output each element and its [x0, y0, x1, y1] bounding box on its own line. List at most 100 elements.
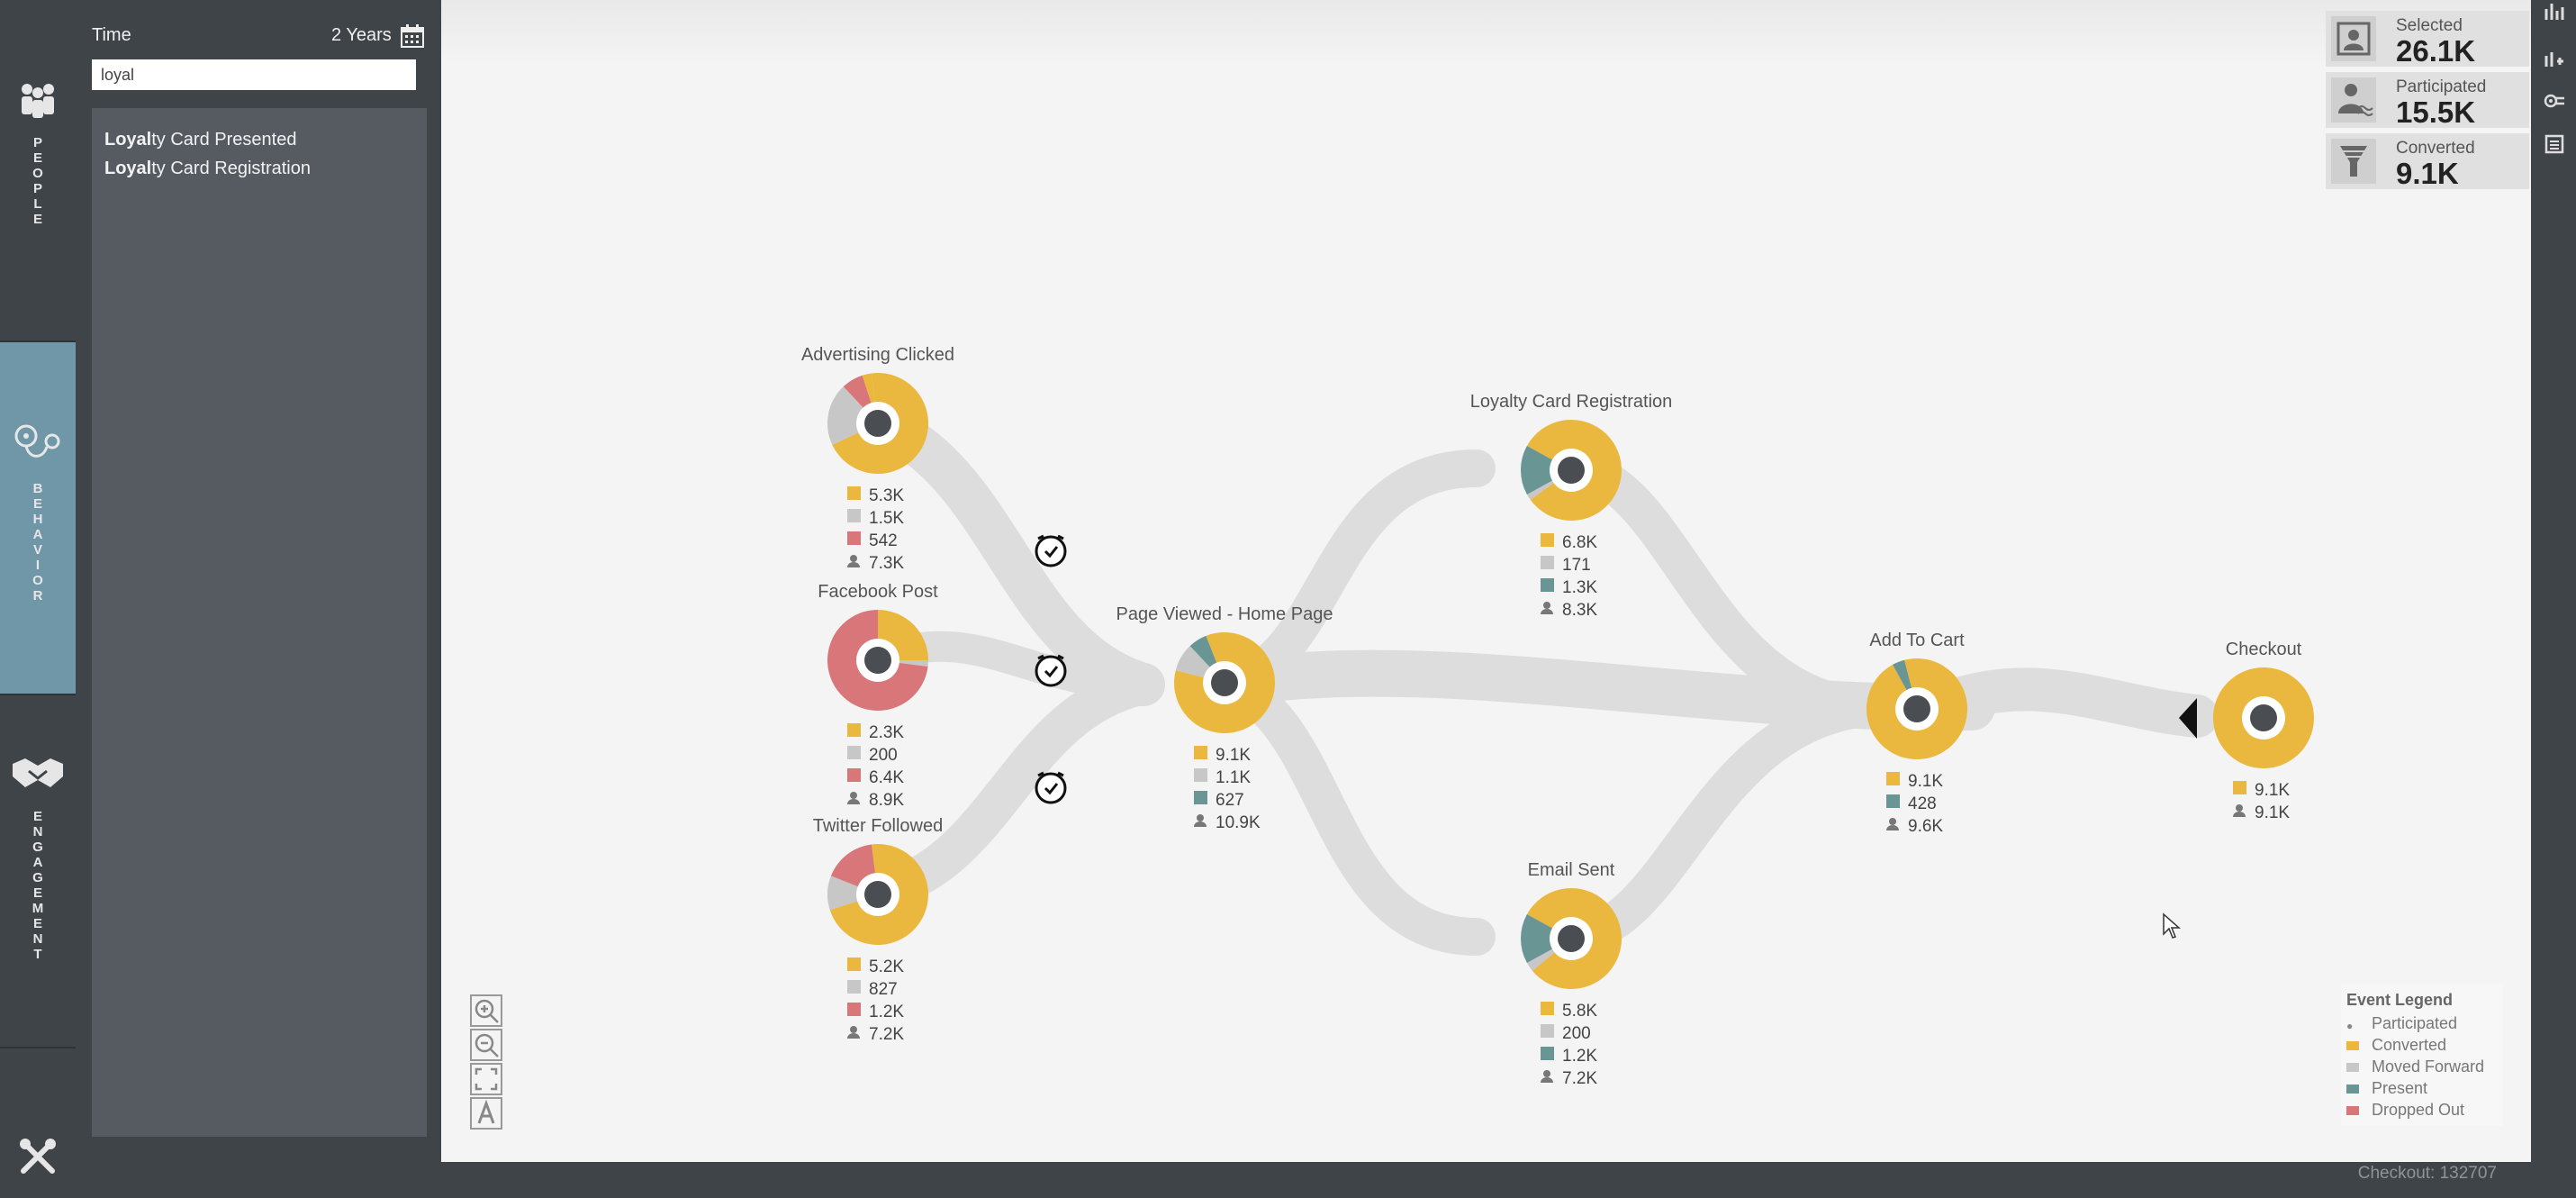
- node-stat-converted: 5.2K: [869, 957, 904, 976]
- journey-node[interactable]: Email Sent 5.8K 200 1.2K 7.2K: [1521, 860, 1622, 1088]
- node-stat-present: 1.2K: [1562, 1047, 1597, 1066]
- search-results: Loyalty Card Presented Loyalty Card Regi…: [92, 108, 427, 1137]
- node-stat-present: 428: [1908, 794, 1937, 813]
- right-toolbar: [2531, 0, 2576, 1198]
- node-stat-converted: 5.8K: [1562, 1002, 1597, 1021]
- stat-swatch-moved-forward: [1541, 556, 1554, 569]
- legend-item-dropped-out: Dropped Out: [2346, 1101, 2464, 1120]
- nav-people[interactable]: PEOPLE: [0, 81, 76, 227]
- funnel-icon: [2331, 139, 2376, 184]
- node-stat-converted: 2.3K: [869, 723, 904, 742]
- left-nav: PEOPLE BEHAVIOR ENGAGEMENT: [0, 0, 76, 1198]
- node-stat-dropped-out: 6.4K: [869, 768, 904, 787]
- legend-item-moved-forward: Moved Forward: [2346, 1057, 2484, 1076]
- tools-icon[interactable]: [18, 1137, 58, 1176]
- stat-swatch-moved-forward: [847, 980, 861, 994]
- selected-count: 26.1K: [2396, 34, 2476, 68]
- participated-icon: ●: [2346, 1020, 2354, 1033]
- stat-swatch-present: [1541, 578, 1554, 592]
- fit-screen-icon[interactable]: [470, 1063, 502, 1095]
- journey-node[interactable]: Facebook Post 2.3K 200 6.4K 8.9K: [818, 582, 938, 810]
- legend-title: Event Legend: [2346, 991, 2454, 1009]
- person-wave-icon: [2331, 77, 2376, 123]
- stat-swatch-converted: [847, 723, 861, 737]
- target-list-icon[interactable]: [2544, 90, 2565, 112]
- zoom-out-icon[interactable]: [470, 1029, 502, 1061]
- node-center: [1558, 457, 1585, 484]
- node-stat-converted: 6.8K: [1562, 533, 1597, 552]
- node-center: [864, 647, 891, 674]
- people-converted: Converted 9.1K: [2326, 133, 2529, 190]
- stat-swatch-moved-forward: [1541, 1024, 1554, 1038]
- stat-swatch-converted: [1886, 772, 1900, 785]
- node-stat-participated: 9.6K: [1908, 817, 1943, 836]
- time-range-value[interactable]: 2 Years: [331, 25, 392, 46]
- stat-swatch-dropped-out: [847, 1003, 861, 1016]
- node-title: Twitter Followed: [813, 816, 944, 836]
- nav-behavior[interactable]: BEHAVIOR: [0, 342, 76, 694]
- timer-icon[interactable]: [1035, 654, 1067, 687]
- node-center: [864, 881, 891, 908]
- people-participated: Participated 15.5K: [2326, 72, 2529, 129]
- node-stat-dropped-out: 542: [869, 531, 898, 550]
- people-selected: Selected 26.1K: [2326, 11, 2529, 68]
- time-label: Time: [92, 25, 131, 45]
- node-stat-participated: 9.1K: [2255, 803, 2290, 822]
- node-stat-converted: 9.1K: [2255, 781, 2290, 800]
- node-stat-participated: 8.9K: [869, 791, 904, 810]
- participated-count: 15.5K: [2396, 95, 2476, 129]
- flow-twitter-to-page: [858, 665, 1163, 912]
- label-toggle-icon[interactable]: [470, 1097, 502, 1130]
- stat-swatch-present: [1541, 1047, 1554, 1060]
- zoom-in-icon[interactable]: [470, 994, 502, 1027]
- node-center: [2250, 704, 2277, 731]
- handshake-icon: [13, 758, 63, 787]
- stat-swatch-present: [1886, 794, 1900, 808]
- node-title: Page Viewed - Home Page: [1116, 604, 1333, 624]
- node-stat-converted: 5.3K: [869, 486, 904, 505]
- stat-swatch-dropped-out: [847, 531, 861, 545]
- nav-engagement[interactable]: ENGAGEMENT: [0, 755, 76, 962]
- node-center: [1558, 925, 1585, 952]
- legend-item-participated: ● Participated: [2346, 1014, 2458, 1033]
- list-icon[interactable]: [2544, 133, 2565, 155]
- node-center: [1903, 695, 1930, 722]
- node-title: Facebook Post: [818, 582, 938, 602]
- participated-icon: [1541, 602, 1553, 614]
- calendar-icon[interactable]: [400, 23, 425, 49]
- stat-swatch-converted: [1194, 746, 1207, 759]
- node-stat-participated: 7.2K: [869, 1025, 904, 1044]
- participated-icon: [1194, 814, 1207, 827]
- behavior-icon: [14, 424, 60, 458]
- participated-icon: [1541, 1070, 1553, 1083]
- event-legend: Event Legend ● Participated Converted Mov…: [2341, 984, 2503, 1126]
- stat-swatch-dropped-out: [847, 768, 861, 782]
- node-stat-present: 627: [1216, 791, 1244, 810]
- search-input[interactable]: [92, 59, 416, 90]
- participated-icon: [847, 1026, 860, 1039]
- bar-chart-icon[interactable]: [2544, 0, 2565, 22]
- node-stat-moved-forward: 171: [1562, 556, 1591, 575]
- node-stat-participated: 8.3K: [1562, 601, 1597, 620]
- result-item-loyalty-card-presented[interactable]: Loyalty Card Presented: [104, 130, 296, 150]
- node-title: Checkout: [2226, 640, 2302, 659]
- nav-engagement-label: ENGAGEMENT: [32, 809, 44, 962]
- node-stat-moved-forward: 1.5K: [869, 509, 904, 528]
- compare-icon[interactable]: [2544, 49, 2565, 70]
- journey-node[interactable]: Checkout 9.1K 9.1K: [2212, 640, 2314, 822]
- result-item-loyalty-card-registration[interactable]: Loyalty Card Registration: [104, 159, 311, 179]
- timer-icon[interactable]: [1035, 534, 1067, 567]
- people-icon: [22, 84, 54, 118]
- node-stat-converted: 9.1K: [1216, 746, 1251, 765]
- node-stat-moved-forward: 1.1K: [1216, 768, 1251, 787]
- node-stat-moved-forward: 200: [869, 746, 898, 765]
- legend-item-converted: Converted: [2346, 1036, 2446, 1055]
- stat-swatch-converted: [1541, 1002, 1554, 1015]
- participated-icon: [847, 792, 860, 804]
- journey-node[interactable]: Add To Cart 9.1K 428 9.6K: [1866, 631, 1968, 836]
- person-card-icon: [2331, 16, 2376, 61]
- node-stat-converted: 9.1K: [1908, 772, 1943, 791]
- timer-icon[interactable]: [1035, 771, 1067, 804]
- journey-canvas[interactable]: Advertising Clicked 5.3K 1.5K 542 7.3K Facebo…: [441, 0, 2531, 1162]
- journey-graph: Advertising Clicked 5.3K 1.5K 542 7.3K Facebo…: [801, 345, 2314, 1088]
